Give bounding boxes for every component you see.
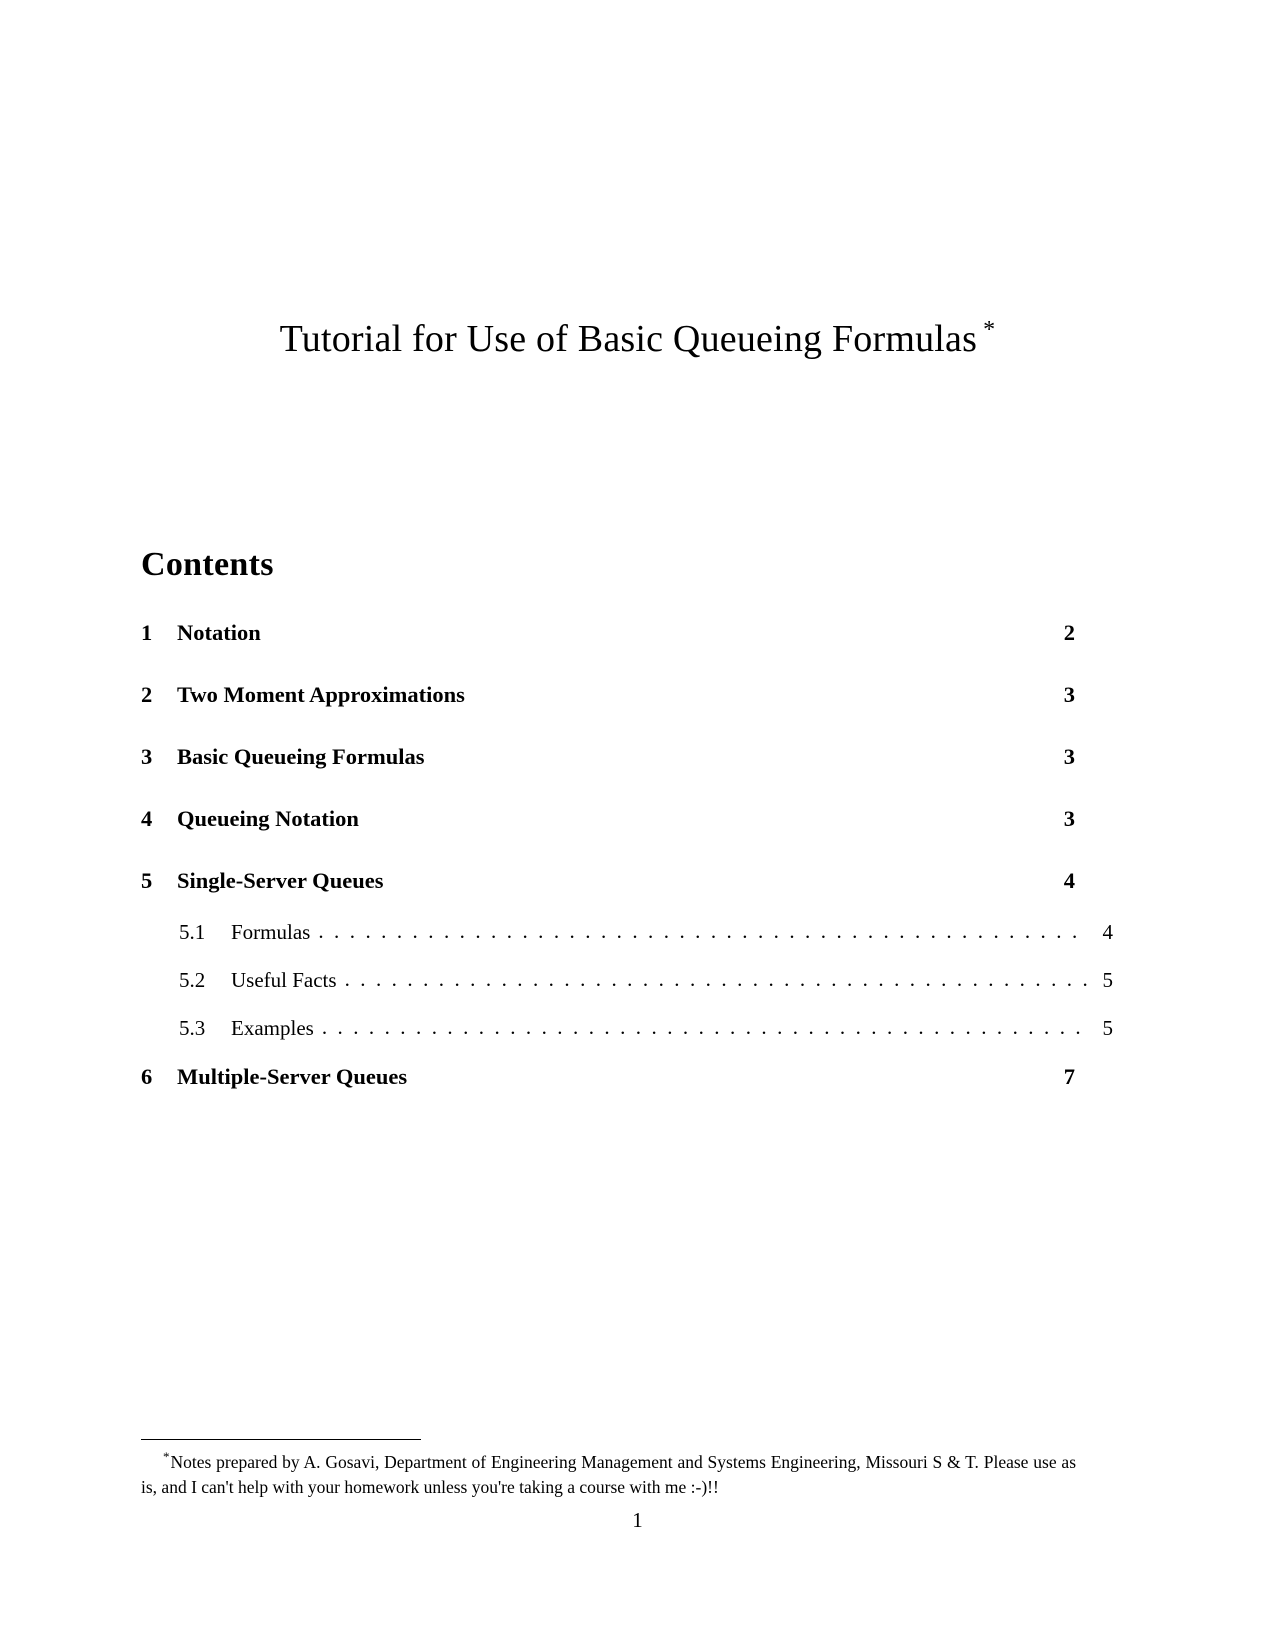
toc-page-number: 4	[1063, 868, 1075, 893]
toc-number: 5.3	[179, 1016, 206, 1040]
footnote-separator-rule	[141, 1439, 421, 1440]
toc-label: Multiple-Server Queues	[177, 1064, 408, 1089]
toc-page-number: 3	[1063, 744, 1075, 769]
toc-page-number: 4	[1102, 920, 1114, 944]
toc-number: 1	[141, 620, 153, 645]
footnote: *Notes prepared by A. Gosavi, Department…	[141, 1448, 1076, 1500]
contents-heading: Contents	[141, 546, 274, 583]
toc-page-number: 3	[1063, 806, 1075, 831]
toc-page-number: 5	[1102, 968, 1114, 992]
toc-label: Formulas	[231, 920, 311, 944]
footnote-text: Notes prepared by A. Gosavi, Department …	[141, 1452, 1076, 1497]
footnote-marker: *	[163, 1449, 170, 1464]
toc-entry-multiple-server-queues[interactable]: 6 Multiple-Server Queues 7	[141, 1064, 1075, 1090]
toc-entry-formulas[interactable]: 5.1 Formulas . . . . . . . . . . . . . .…	[141, 920, 1113, 945]
table-of-contents: 1 Notation 2 2 Two Moment Approximations…	[141, 620, 1113, 1126]
toc-leader-dots: . . . . . . . . . . . . . . . . . . . . …	[344, 969, 1089, 990]
toc-entry-two-moment-approximations[interactable]: 2 Two Moment Approximations 3	[141, 682, 1075, 708]
toc-number: 5	[141, 868, 153, 893]
toc-label: Queueing Notation	[177, 806, 359, 831]
toc-label: Examples	[231, 1016, 314, 1040]
toc-entry-notation[interactable]: 1 Notation 2	[141, 620, 1075, 646]
toc-leader-dots: . . . . . . . . . . . . . . . . . . . . …	[321, 1017, 1089, 1038]
toc-entry-useful-facts[interactable]: 5.2 Useful Facts . . . . . . . . . . . .…	[141, 968, 1113, 993]
toc-number: 4	[141, 806, 153, 831]
toc-number: 3	[141, 744, 153, 769]
toc-label: Useful Facts	[231, 968, 337, 992]
page-title: Tutorial for Use of Basic Queueing Formu…	[0, 317, 1275, 362]
toc-label: Notation	[177, 620, 261, 645]
toc-entry-basic-queueing-formulas[interactable]: 3 Basic Queueing Formulas 3	[141, 744, 1075, 770]
toc-number: 2	[141, 682, 153, 707]
toc-label: Single-Server Queues	[177, 868, 384, 893]
toc-page-number: 2	[1063, 620, 1075, 645]
toc-entry-queueing-notation[interactable]: 4 Queueing Notation 3	[141, 806, 1075, 832]
toc-leader-dots: . . . . . . . . . . . . . . . . . . . . …	[318, 921, 1089, 942]
toc-page-number: 7	[1063, 1064, 1075, 1089]
toc-label: Basic Queueing Formulas	[177, 744, 425, 769]
title-footnote-marker: *	[983, 317, 996, 344]
document-page: Tutorial for Use of Basic Queueing Formu…	[0, 0, 1275, 1650]
page-number: 1	[632, 1508, 643, 1532]
toc-number: 6	[141, 1064, 153, 1089]
toc-page-number: 5	[1102, 1016, 1114, 1040]
toc-number: 5.2	[179, 968, 206, 992]
page-title-text: Tutorial for Use of Basic Queueing Formu…	[279, 318, 978, 361]
toc-page-number: 3	[1063, 682, 1075, 707]
toc-label: Two Moment Approximations	[177, 682, 465, 707]
toc-number: 5.1	[179, 920, 206, 944]
toc-entry-single-server-queues[interactable]: 5 Single-Server Queues 4	[141, 868, 1075, 894]
toc-entry-examples[interactable]: 5.3 Examples . . . . . . . . . . . . . .…	[141, 1016, 1113, 1041]
